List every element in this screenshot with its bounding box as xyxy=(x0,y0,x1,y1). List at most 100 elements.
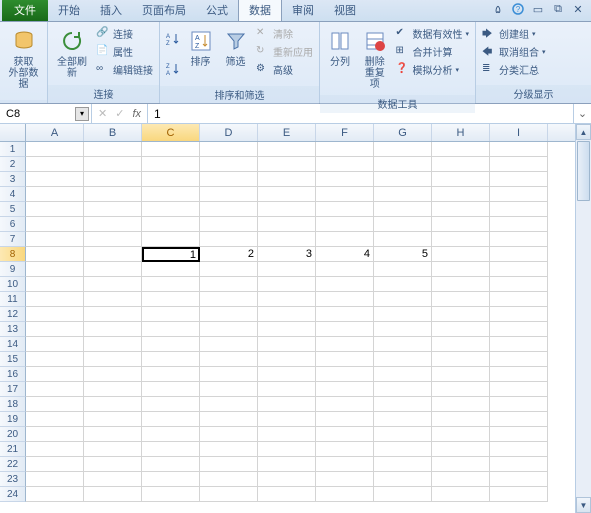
row-header[interactable]: 24 xyxy=(0,487,26,502)
cell-G1[interactable] xyxy=(374,142,432,157)
cell-C21[interactable] xyxy=(142,442,200,457)
name-box-dropdown-icon[interactable]: ▾ xyxy=(75,107,89,121)
cell-A14[interactable] xyxy=(26,337,84,352)
cell-C16[interactable] xyxy=(142,367,200,382)
cell-F20[interactable] xyxy=(316,427,374,442)
cell-I7[interactable] xyxy=(490,232,548,247)
cell-F9[interactable] xyxy=(316,262,374,277)
group-button[interactable]: 🡆创建组 ▾ xyxy=(480,25,548,42)
cell-A6[interactable] xyxy=(26,217,84,232)
scroll-up-icon[interactable]: ▲ xyxy=(576,124,591,140)
cell-G21[interactable] xyxy=(374,442,432,457)
cell-F22[interactable] xyxy=(316,457,374,472)
cell-G17[interactable] xyxy=(374,382,432,397)
cell-B14[interactable] xyxy=(84,337,142,352)
select-all-corner[interactable] xyxy=(0,124,26,141)
cell-E11[interactable] xyxy=(258,292,316,307)
tab-review[interactable]: 审阅 xyxy=(282,0,324,21)
ungroup-button[interactable]: 🡄取消组合 ▾ xyxy=(480,43,548,60)
cell-I13[interactable] xyxy=(490,322,548,337)
cell-H14[interactable] xyxy=(432,337,490,352)
cell-G10[interactable] xyxy=(374,277,432,292)
cell-E15[interactable] xyxy=(258,352,316,367)
cell-A4[interactable] xyxy=(26,187,84,202)
row-header[interactable]: 7 xyxy=(0,232,26,247)
cell-B3[interactable] xyxy=(84,172,142,187)
cell-C3[interactable] xyxy=(142,172,200,187)
cell-D8[interactable]: 2 xyxy=(200,247,258,262)
cell-B1[interactable] xyxy=(84,142,142,157)
help-icon[interactable]: ? xyxy=(511,2,525,16)
cell-I2[interactable] xyxy=(490,157,548,172)
cell-F5[interactable] xyxy=(316,202,374,217)
cell-D12[interactable] xyxy=(200,307,258,322)
scroll-thumb[interactable] xyxy=(577,141,590,201)
cell-C10[interactable] xyxy=(142,277,200,292)
cell-I24[interactable] xyxy=(490,487,548,502)
scroll-down-icon[interactable]: ▼ xyxy=(576,497,591,513)
cell-C4[interactable] xyxy=(142,187,200,202)
cell-C18[interactable] xyxy=(142,397,200,412)
whatif-button[interactable]: ❓模拟分析 ▾ xyxy=(393,61,471,78)
cell-H10[interactable] xyxy=(432,277,490,292)
cell-D21[interactable] xyxy=(200,442,258,457)
cell-E10[interactable] xyxy=(258,277,316,292)
formula-input[interactable]: 1 xyxy=(148,104,573,123)
enter-icon[interactable]: ✓ xyxy=(115,107,124,120)
clear-filter-button[interactable]: ✕清除 xyxy=(254,25,315,42)
cell-C1[interactable] xyxy=(142,142,200,157)
cell-I12[interactable] xyxy=(490,307,548,322)
cell-A1[interactable] xyxy=(26,142,84,157)
cell-C20[interactable] xyxy=(142,427,200,442)
cell-G22[interactable] xyxy=(374,457,432,472)
column-header-D[interactable]: D xyxy=(200,124,258,141)
cell-F17[interactable] xyxy=(316,382,374,397)
advanced-filter-button[interactable]: ⚙高级 xyxy=(254,61,315,78)
cell-B23[interactable] xyxy=(84,472,142,487)
cell-I22[interactable] xyxy=(490,457,548,472)
cell-H2[interactable] xyxy=(432,157,490,172)
row-header[interactable]: 9 xyxy=(0,262,26,277)
cell-E8[interactable]: 3 xyxy=(258,247,316,262)
cell-C22[interactable] xyxy=(142,457,200,472)
cell-H17[interactable] xyxy=(432,382,490,397)
cell-D1[interactable] xyxy=(200,142,258,157)
cell-B11[interactable] xyxy=(84,292,142,307)
cell-G2[interactable] xyxy=(374,157,432,172)
cell-F18[interactable] xyxy=(316,397,374,412)
cell-E17[interactable] xyxy=(258,382,316,397)
row-header[interactable]: 18 xyxy=(0,397,26,412)
cell-E9[interactable] xyxy=(258,262,316,277)
cell-A15[interactable] xyxy=(26,352,84,367)
cell-I15[interactable] xyxy=(490,352,548,367)
cell-E6[interactable] xyxy=(258,217,316,232)
cell-H1[interactable] xyxy=(432,142,490,157)
cell-B9[interactable] xyxy=(84,262,142,277)
cell-H5[interactable] xyxy=(432,202,490,217)
cell-G12[interactable] xyxy=(374,307,432,322)
cell-A20[interactable] xyxy=(26,427,84,442)
cell-G4[interactable] xyxy=(374,187,432,202)
row-header[interactable]: 22 xyxy=(0,457,26,472)
properties-button[interactable]: 📄属性 xyxy=(94,43,155,60)
cell-F11[interactable] xyxy=(316,292,374,307)
cell-B2[interactable] xyxy=(84,157,142,172)
cell-D16[interactable] xyxy=(200,367,258,382)
cell-E4[interactable] xyxy=(258,187,316,202)
cell-B6[interactable] xyxy=(84,217,142,232)
cell-I1[interactable] xyxy=(490,142,548,157)
cell-E5[interactable] xyxy=(258,202,316,217)
cell-H11[interactable] xyxy=(432,292,490,307)
row-header[interactable]: 15 xyxy=(0,352,26,367)
cell-E24[interactable] xyxy=(258,487,316,502)
cell-D19[interactable] xyxy=(200,412,258,427)
row-header[interactable]: 4 xyxy=(0,187,26,202)
row-header[interactable]: 12 xyxy=(0,307,26,322)
cell-G14[interactable] xyxy=(374,337,432,352)
cell-F10[interactable] xyxy=(316,277,374,292)
expand-formula-bar-icon[interactable]: ⌄ xyxy=(573,104,591,123)
cell-D6[interactable] xyxy=(200,217,258,232)
cell-A18[interactable] xyxy=(26,397,84,412)
cell-I4[interactable] xyxy=(490,187,548,202)
window-minimize-icon[interactable]: ▭ xyxy=(531,2,545,16)
